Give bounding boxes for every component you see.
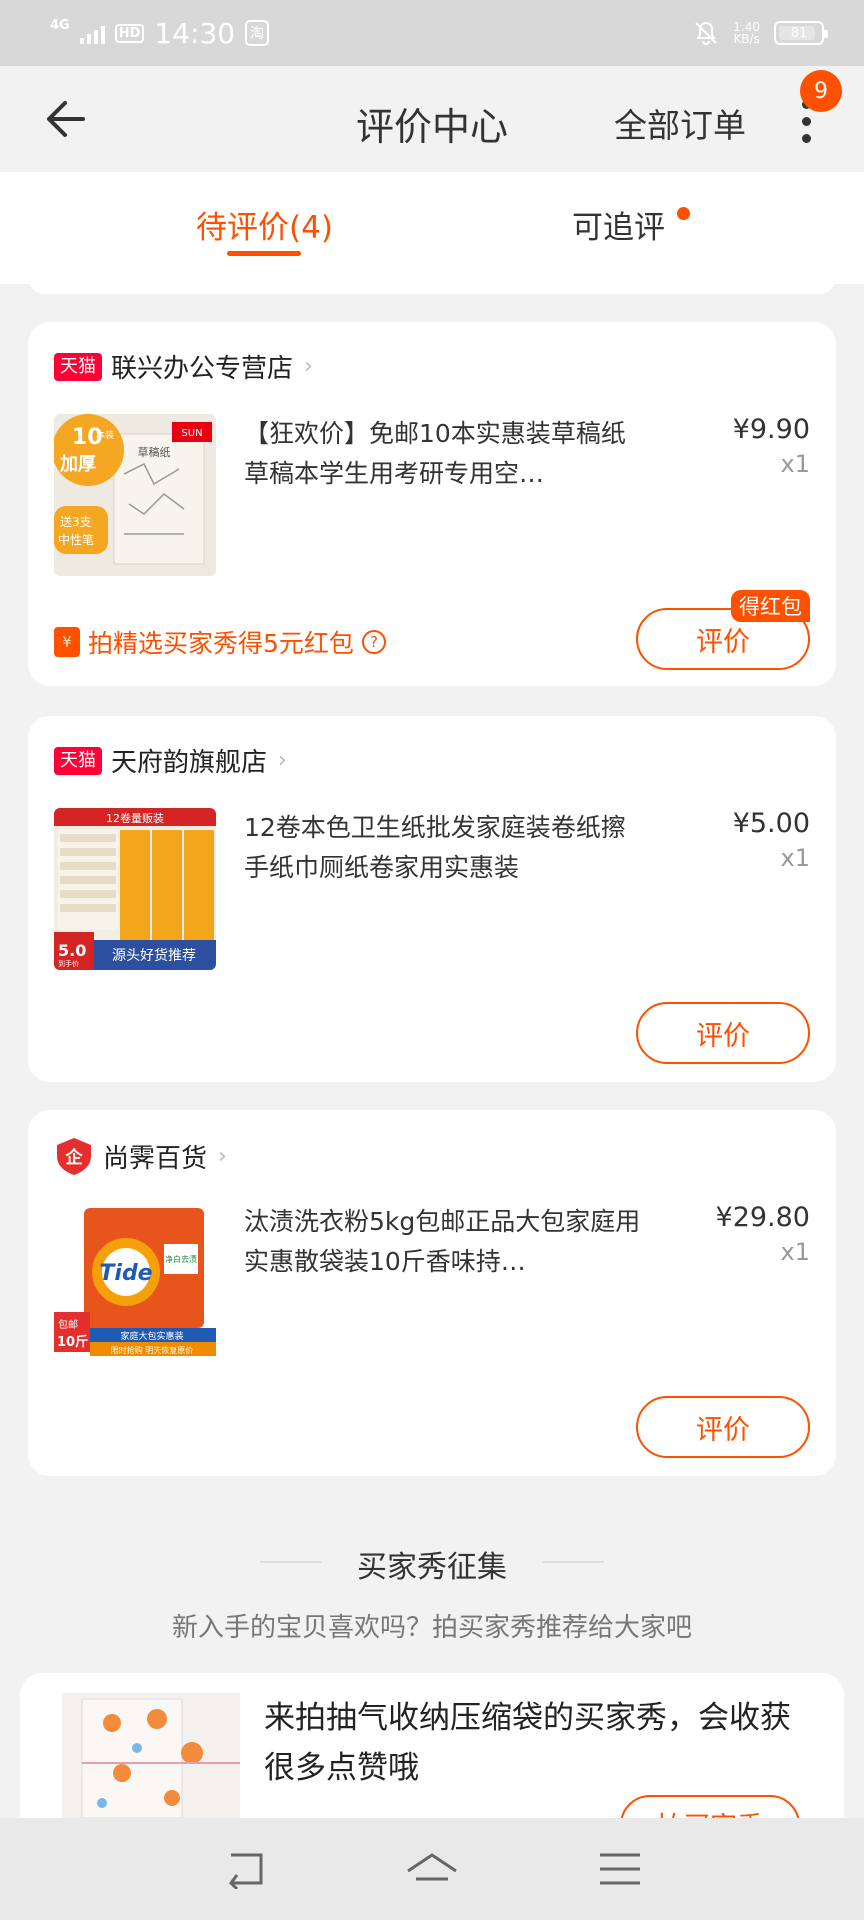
svg-text:到手价: 到手价 [58, 959, 79, 968]
svg-text:净白去渍: 净白去渍 [165, 1254, 197, 1264]
shop-link[interactable]: 天猫 天府韵旗舰店 › [54, 742, 287, 779]
network-type: 4G [50, 17, 70, 33]
chevron-right-icon: › [304, 354, 313, 379]
hd-icon: HD [114, 23, 145, 43]
take-buyer-show-button[interactable]: 拍买家秀 [620, 1795, 800, 1818]
svg-text:5.0: 5.0 [58, 941, 86, 960]
chevron-right-icon: › [218, 1143, 227, 1169]
section-title: 买家秀征集 [357, 1550, 507, 1585]
message-count-badge: 9 [800, 70, 842, 112]
mute-bell-icon [695, 21, 717, 45]
svg-text:12卷量贩装: 12卷量贩装 [106, 811, 164, 825]
chevron-right-icon: › [278, 748, 287, 773]
menu-icon [600, 1853, 640, 1885]
product-quantity: x1 [780, 450, 810, 478]
nav-back-button[interactable] [214, 1844, 274, 1894]
previous-card-edge [28, 278, 836, 294]
red-packet-tag: 得红包 [731, 590, 810, 622]
system-nav-bar [0, 1818, 864, 1920]
svg-text:加厚: 加厚 [59, 454, 96, 475]
tmall-badge: 天猫 [54, 352, 102, 381]
product-title[interactable]: 【狂欢价】免邮10本实惠装草稿纸草稿本学生用考研专用空… [244, 414, 644, 494]
svg-text:中性笔: 中性笔 [58, 532, 94, 547]
svg-text:限时抢购 明天恢复原价: 限时抢购 明天恢复原价 [111, 1345, 194, 1355]
order-card: 天猫 联兴办公专营店 › SUN 草稿纸 10 本装 加厚 送3支 中性笔 【狂… [28, 322, 836, 686]
product-quantity: x1 [780, 1238, 810, 1266]
shop-name: 联兴办公专营店 [111, 354, 294, 384]
status-bar: 4G HD 14:30 淘 1.40 KB/s 81 [0, 0, 864, 66]
help-icon[interactable]: ? [361, 630, 386, 654]
home-icon [407, 1853, 457, 1881]
svg-text:源头好货推荐: 源头好货推荐 [112, 947, 196, 964]
svg-text:SUN: SUN [181, 428, 202, 439]
svg-text:10斤: 10斤 [57, 1334, 88, 1350]
order-card: 企 尚霁百货 › Tide 净白去渍 包邮 10斤 家庭大包实惠装 限时抢购 明… [28, 1110, 836, 1476]
all-orders-link[interactable]: 全部订单 [614, 99, 746, 147]
svg-text:送3支: 送3支 [60, 514, 92, 529]
review-button[interactable]: 评价 [636, 1002, 810, 1064]
signal-icon [79, 22, 105, 44]
product-thumbnail[interactable]: 12卷量贩装 5.0 到手价 源头好货推荐 [54, 808, 216, 970]
tab-pending-review[interactable]: 待评价(4) [196, 202, 333, 247]
section-divider-right [542, 1561, 604, 1563]
battery-icon: 81 [774, 21, 828, 45]
svg-text:家庭大包实惠装: 家庭大包实惠装 [120, 1330, 183, 1342]
enterprise-shop-icon: 企 [57, 1138, 91, 1175]
shop-name: 天府韵旗舰店 [111, 748, 268, 778]
shop-link[interactable]: 企 尚霁百货 › [54, 1136, 227, 1176]
return-icon [229, 1853, 263, 1889]
buyer-show-card[interactable]: 来拍抽气收纳压缩袋的买家秀，会收获很多点赞哦 拍买家秀 [20, 1673, 844, 1818]
app-header: 评价中心 全部订单 9 [0, 66, 864, 172]
svg-text:草稿纸: 草稿纸 [138, 445, 171, 459]
svg-text:本装: 本装 [96, 429, 114, 441]
product-price: ¥5.00 [732, 808, 810, 839]
svg-text:企: 企 [65, 1147, 84, 1168]
clock: 14:30 [154, 16, 236, 50]
product-thumbnail[interactable] [62, 1693, 240, 1818]
product-title[interactable]: 汰渍洗衣粉5kg包邮正品大包家庭用实惠散袋装10斤香味持… [244, 1202, 644, 1282]
product-price: ¥29.80 [715, 1202, 810, 1233]
red-packet-icon: ¥ [54, 627, 80, 657]
product-quantity: x1 [780, 844, 810, 872]
shop-name: 尚霁百货 [103, 1143, 208, 1174]
product-title[interactable]: 12卷本色卫生纸批发家庭装卷纸擦手纸巾厕纸卷家用实惠装 [244, 808, 644, 888]
svg-text:包邮: 包邮 [58, 1318, 78, 1331]
nav-recent-apps-button[interactable] [590, 1844, 650, 1894]
tab-follow-up-review[interactable]: 可追评 [572, 202, 665, 247]
order-card: 天猫 天府韵旗舰店 › 12卷量贩装 5.0 到手价 源头好货推荐 12卷本色卫… [28, 716, 836, 1082]
network-speed: 1.40 KB/s [733, 20, 760, 46]
product-price: ¥9.90 [732, 414, 810, 445]
active-tab-indicator [227, 251, 301, 256]
svg-text:Tide: Tide [99, 1261, 152, 1286]
tab-bar: 待评价(4) 可追评 [0, 172, 864, 284]
nav-home-button[interactable] [402, 1844, 462, 1894]
shop-link[interactable]: 天猫 联兴办公专营店 › [54, 348, 313, 385]
promo-banner[interactable]: ¥ 拍精选买家秀得5元红包 ? [54, 624, 386, 660]
new-dot-badge [677, 207, 690, 220]
taobao-notification-icon: 淘 [245, 20, 270, 46]
tmall-badge: 天猫 [54, 746, 102, 775]
review-button[interactable]: 评价 [636, 1396, 810, 1458]
section-subtitle: 新入手的宝贝喜欢吗？拍买家秀推荐给大家吧 [171, 1613, 692, 1643]
product-thumbnail[interactable]: SUN 草稿纸 10 本装 加厚 送3支 中性笔 [54, 414, 216, 576]
promo-text: 拍精选买家秀得5元红包 [88, 629, 354, 658]
buyer-show-prompt: 来拍抽气收纳压缩袋的买家秀，会收获很多点赞哦 [264, 1700, 791, 1786]
product-thumbnail[interactable]: Tide 净白去渍 包邮 10斤 家庭大包实惠装 限时抢购 明天恢复原价 [54, 1202, 216, 1364]
